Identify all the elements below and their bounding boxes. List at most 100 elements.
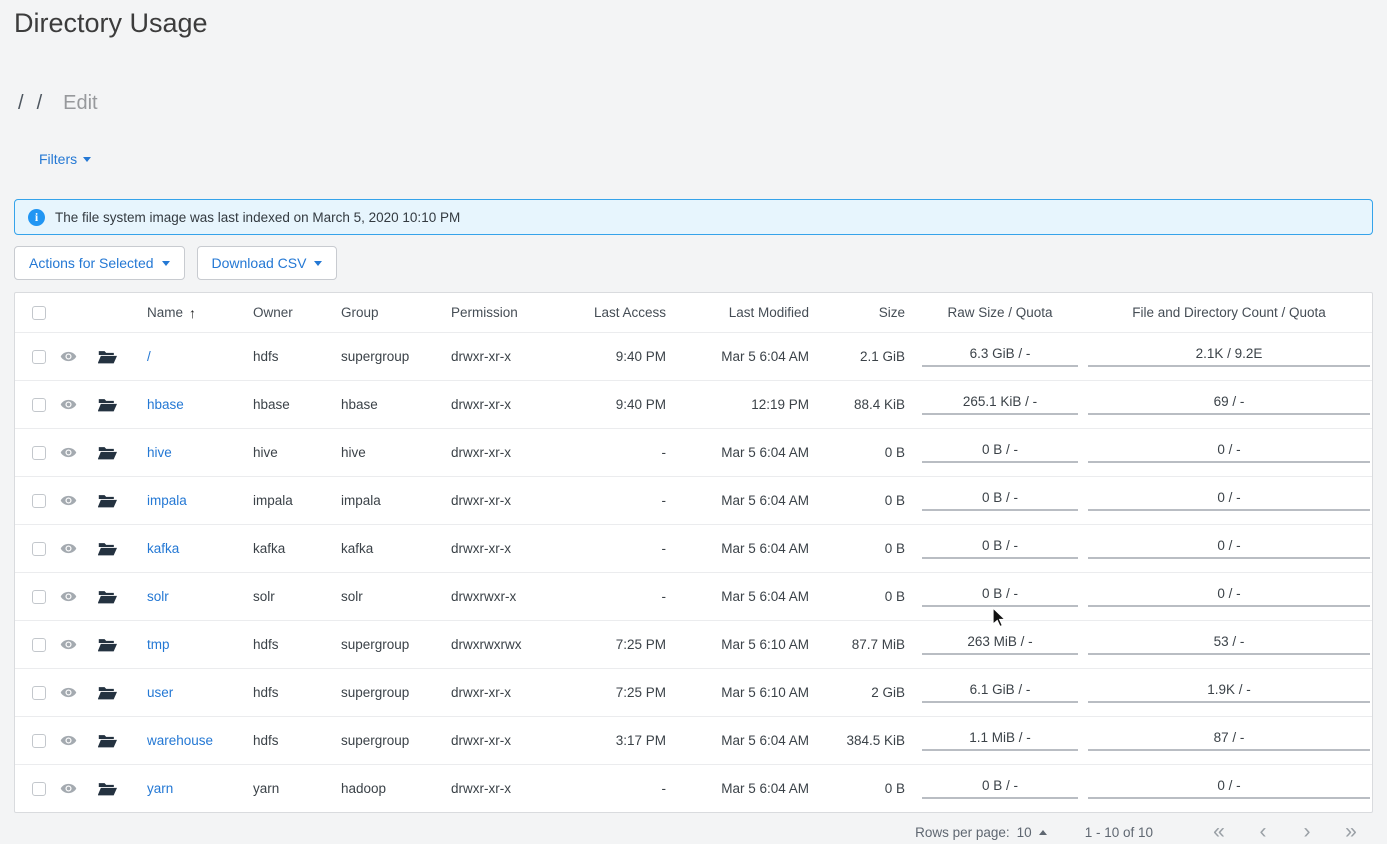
eye-icon[interactable]	[60, 492, 77, 509]
row-checkbox[interactable]	[32, 686, 46, 700]
row-folder-cell	[87, 397, 127, 413]
eye-icon[interactable]	[60, 780, 77, 797]
row-last-modified: Mar 5 6:04 AM	[671, 493, 814, 508]
first-page-button[interactable]: «	[1197, 821, 1241, 843]
filters-label: Filters	[39, 151, 77, 167]
download-csv-button[interactable]: Download CSV	[197, 246, 338, 280]
row-checkbox[interactable]	[32, 350, 46, 364]
breadcrumb-edit-link[interactable]: Edit	[63, 92, 97, 115]
rows-per-page-select[interactable]: Rows per page: 10	[915, 825, 1047, 840]
file-dir-count-quota-gauge: 1.9K / -	[1088, 683, 1370, 704]
file-dir-count-quota-gauge: 0 / -	[1088, 491, 1370, 512]
column-header-group[interactable]: Group	[319, 305, 429, 320]
next-page-button[interactable]: ›	[1285, 821, 1329, 843]
row-select-cell	[15, 590, 49, 604]
directory-link[interactable]: hive	[147, 445, 172, 460]
directory-link[interactable]: user	[147, 685, 173, 700]
row-last-modified: Mar 5 6:04 AM	[671, 733, 814, 748]
row-checkbox[interactable]	[32, 734, 46, 748]
column-header-last-access[interactable]: Last Access	[557, 305, 671, 320]
eye-icon[interactable]	[60, 444, 77, 461]
row-owner: hdfs	[231, 349, 319, 364]
eye-icon[interactable]	[60, 588, 77, 605]
directory-link[interactable]: hbase	[147, 397, 184, 412]
folder-open-icon	[98, 637, 117, 653]
row-raw-size-quota: 265.1 KiB / -	[914, 394, 1086, 416]
select-all-checkbox[interactable]	[32, 306, 46, 320]
row-raw-size-quota: 0 B / -	[914, 490, 1086, 512]
column-header-file-dir-count-quota[interactable]: File and Directory Count / Quota	[1086, 305, 1372, 320]
directory-link[interactable]: yarn	[147, 781, 173, 796]
row-last-access: 3:17 PM	[557, 733, 671, 748]
row-raw-size-quota: 0 B / -	[914, 538, 1086, 560]
folder-open-icon	[98, 349, 117, 365]
folder-open-icon	[98, 445, 117, 461]
row-checkbox[interactable]	[32, 542, 46, 556]
eye-icon[interactable]	[60, 348, 77, 365]
table-body: / hdfs supergroup drwxr-xr-x 9:40 PM Mar…	[15, 332, 1372, 812]
row-name-cell: kafka	[127, 541, 231, 556]
row-group: supergroup	[319, 637, 429, 652]
row-name-cell: hive	[127, 445, 231, 460]
row-checkbox[interactable]	[32, 590, 46, 604]
row-file-dir-count-quota: 0 / -	[1086, 778, 1372, 800]
row-select-cell	[15, 542, 49, 556]
column-header-last-modified[interactable]: Last Modified	[671, 305, 814, 320]
table-row: yarn yarn hadoop drwxr-xr-x - Mar 5 6:04…	[15, 764, 1372, 812]
row-checkbox[interactable]	[32, 494, 46, 508]
directory-link[interactable]: impala	[147, 493, 187, 508]
row-size: 2 GiB	[814, 685, 914, 700]
row-permission: drwxr-xr-x	[429, 541, 557, 556]
row-owner: impala	[231, 493, 319, 508]
row-checkbox[interactable]	[32, 638, 46, 652]
column-header-size[interactable]: Size	[814, 305, 914, 320]
breadcrumb: / / Edit	[18, 92, 98, 115]
raw-size-quota-gauge: 6.1 GiB / -	[922, 683, 1078, 704]
select-all-cell	[15, 306, 49, 320]
raw-size-quota-gauge: 1.1 MiB / -	[922, 731, 1078, 752]
raw-size-quota-gauge: 0 B / -	[922, 539, 1078, 560]
row-owner: hdfs	[231, 685, 319, 700]
row-checkbox[interactable]	[32, 446, 46, 460]
directory-link[interactable]: warehouse	[147, 733, 213, 748]
directory-link[interactable]: solr	[147, 589, 169, 604]
row-file-dir-count-quota: 0 / -	[1086, 442, 1372, 464]
column-header-name[interactable]: Name ↑	[127, 305, 231, 321]
folder-open-icon	[98, 541, 117, 557]
row-group: supergroup	[319, 685, 429, 700]
raw-size-quota-gauge: 263 MiB / -	[922, 635, 1078, 656]
eye-icon[interactable]	[60, 636, 77, 653]
row-last-modified: Mar 5 6:10 AM	[671, 637, 814, 652]
row-permission: drwxr-xr-x	[429, 349, 557, 364]
column-header-permission[interactable]: Permission	[429, 305, 557, 320]
row-group: solr	[319, 589, 429, 604]
row-owner: yarn	[231, 781, 319, 796]
row-last-access: 9:40 PM	[557, 349, 671, 364]
row-owner: kafka	[231, 541, 319, 556]
chevron-down-icon	[83, 157, 91, 162]
row-group: impala	[319, 493, 429, 508]
row-last-modified: Mar 5 6:04 AM	[671, 445, 814, 460]
row-last-access: -	[557, 445, 671, 460]
pagination-bar: Rows per page: 10 1 - 10 of 10 « ‹ › »	[0, 820, 1373, 844]
breadcrumb-root[interactable]: /	[18, 92, 24, 115]
eye-icon[interactable]	[60, 732, 77, 749]
directory-link[interactable]: tmp	[147, 637, 170, 652]
filters-toggle[interactable]: Filters	[39, 151, 91, 167]
eye-icon[interactable]	[60, 396, 77, 413]
column-header-owner[interactable]: Owner	[231, 305, 319, 320]
sort-ascending-icon: ↑	[189, 305, 196, 321]
row-checkbox[interactable]	[32, 398, 46, 412]
directory-link[interactable]: /	[147, 349, 151, 364]
previous-page-button[interactable]: ‹	[1241, 821, 1285, 843]
last-page-button[interactable]: »	[1329, 821, 1373, 843]
eye-icon[interactable]	[60, 684, 77, 701]
row-permission: drwxrwxr-x	[429, 589, 557, 604]
pagination-range: 1 - 10 of 10	[1085, 825, 1153, 840]
directory-link[interactable]: kafka	[147, 541, 179, 556]
row-checkbox[interactable]	[32, 782, 46, 796]
page-title: Directory Usage	[14, 8, 208, 39]
column-header-raw-size-quota[interactable]: Raw Size / Quota	[914, 305, 1086, 320]
actions-for-selected-button[interactable]: Actions for Selected	[14, 246, 185, 280]
eye-icon[interactable]	[60, 540, 77, 557]
